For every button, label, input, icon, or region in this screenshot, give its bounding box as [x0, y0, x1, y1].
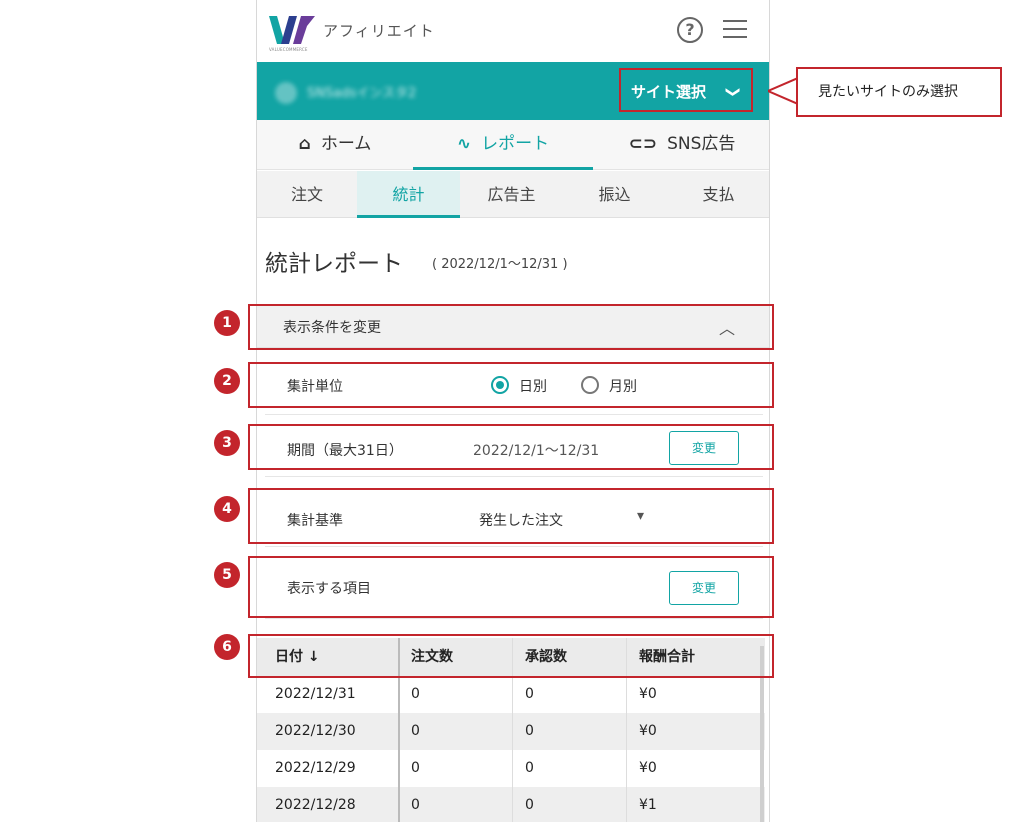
- subtab-orders[interactable]: 注文: [257, 171, 357, 218]
- cell-reward: ¥0: [639, 686, 657, 702]
- cell-date: 2022/12/30: [275, 723, 356, 739]
- cell-date: 2022/12/31: [275, 686, 356, 702]
- phone-screen: VALUECOMMERCE アフィリエイト ? SNSadsインスタ2 サイト選…: [256, 0, 770, 822]
- callout-pointer: [768, 76, 798, 106]
- cell-reward: ¥0: [639, 723, 657, 739]
- page-range: ( 2022/12/1〜12/31 ): [432, 257, 568, 272]
- hamburger-icon[interactable]: [723, 20, 747, 40]
- tab-report[interactable]: ∿ レポート: [413, 120, 593, 170]
- account-name: SNSadsインスタ2: [307, 86, 417, 101]
- annotation-box-2: [248, 362, 774, 408]
- table-row: 2022/12/28 0 0 ¥1: [257, 787, 765, 822]
- cell-orders: 0: [411, 686, 420, 702]
- table-row: 2022/12/31 0 0 ¥0: [257, 676, 765, 713]
- top-bar: VALUECOMMERCE アフィリエイト ?: [257, 0, 769, 60]
- page-title: 統計レポート: [265, 251, 403, 277]
- help-icon[interactable]: ?: [677, 17, 703, 43]
- tab-report-label: レポート: [481, 134, 550, 154]
- chevron-down-icon: ❯: [725, 86, 742, 98]
- annotation-box-3: [248, 424, 774, 470]
- annotation-box-5: [248, 556, 774, 618]
- cell-approved: 0: [525, 797, 534, 813]
- brand-logo[interactable]: [269, 14, 315, 48]
- divider: [265, 476, 763, 477]
- table-row: 2022/12/29 0 0 ¥0: [257, 750, 765, 787]
- cell-reward: ¥1: [639, 797, 657, 813]
- divider: [265, 414, 763, 415]
- annotation-box-6: [248, 634, 774, 678]
- annotation-box-4: [248, 488, 774, 544]
- logo-subtext: VALUECOMMERCE: [269, 47, 308, 52]
- cell-orders: 0: [411, 797, 420, 813]
- tab-sns-ads[interactable]: ⊂⊃ SNS広告: [593, 120, 769, 170]
- annotation-box-1: [248, 304, 774, 350]
- subtab-stats[interactable]: 統計: [357, 171, 460, 218]
- cell-reward: ¥0: [639, 760, 657, 776]
- subtab-payments[interactable]: 支払: [666, 171, 769, 218]
- cell-date: 2022/12/29: [275, 760, 356, 776]
- site-select-button[interactable]: サイト選択 ❯: [619, 68, 753, 112]
- main-nav: ⌂ ホーム ∿ レポート ⊂⊃ SNS広告: [257, 120, 769, 170]
- subtab-transfers[interactable]: 振込: [563, 171, 666, 218]
- cell-approved: 0: [525, 723, 534, 739]
- cell-approved: 0: [525, 760, 534, 776]
- site-select-callout: 見たいサイトのみ選択: [796, 67, 1002, 117]
- brand-name: アフィリエイト: [323, 22, 435, 40]
- trend-icon: ∿: [456, 134, 472, 154]
- cell-date: 2022/12/28: [275, 797, 356, 813]
- link-icon: ⊂⊃: [628, 134, 658, 154]
- account-avatar: [275, 82, 297, 104]
- table-row: 2022/12/30 0 0 ¥0: [257, 713, 765, 750]
- cell-orders: 0: [411, 723, 420, 739]
- divider: [265, 546, 763, 547]
- tab-sns-label: SNS広告: [667, 134, 736, 154]
- annotation-number-5: 5: [214, 562, 240, 588]
- cell-approved: 0: [525, 686, 534, 702]
- sub-nav: 注文 統計 広告主 振込 支払: [257, 171, 769, 218]
- cell-orders: 0: [411, 760, 420, 776]
- subtab-advertisers[interactable]: 広告主: [460, 171, 563, 218]
- annotation-number-2: 2: [214, 368, 240, 394]
- annotation-number-1: 1: [214, 310, 240, 336]
- site-select-label: サイト選択: [631, 83, 707, 101]
- annotation-number-4: 4: [214, 496, 240, 522]
- site-bar: SNSadsインスタ2 サイト選択 ❯: [257, 62, 769, 120]
- home-icon: ⌂: [298, 134, 311, 154]
- annotation-number-3: 3: [214, 430, 240, 456]
- annotation-number-6: 6: [214, 634, 240, 660]
- tab-home[interactable]: ⌂ ホーム: [257, 120, 413, 170]
- tab-home-label: ホーム: [320, 134, 372, 154]
- divider: [265, 618, 763, 619]
